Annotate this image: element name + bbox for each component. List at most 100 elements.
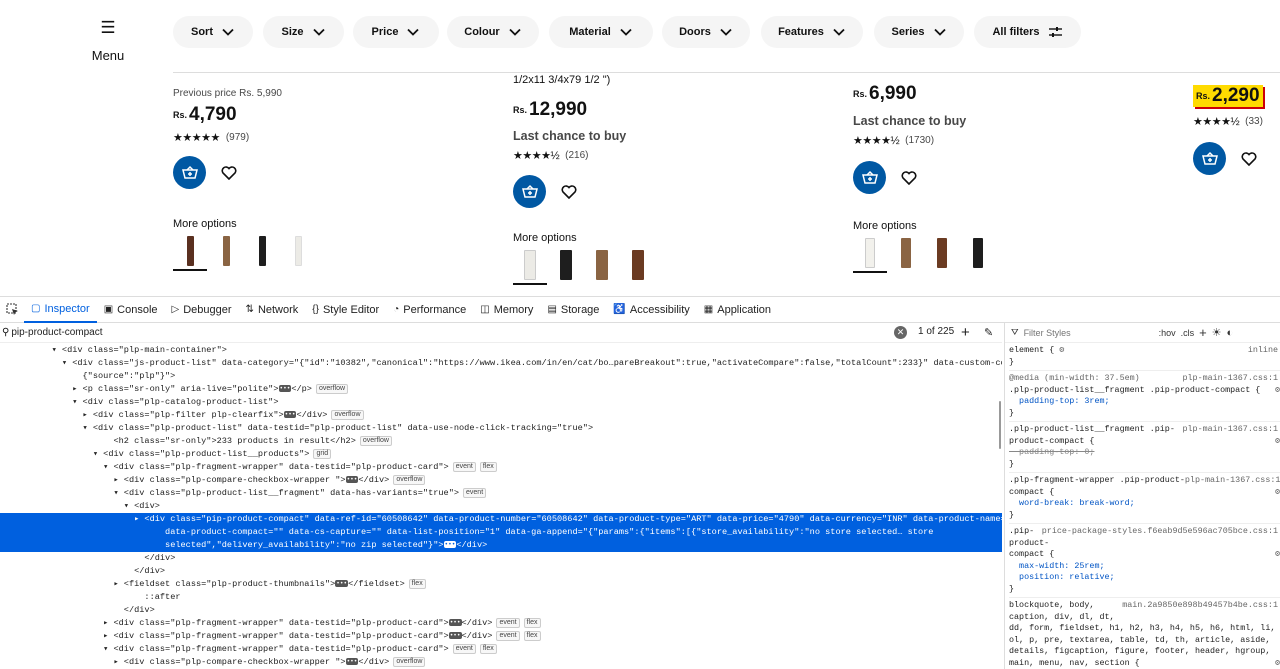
filter-size-button[interactable]: Size xyxy=(263,16,344,48)
css-rule-line[interactable]: @media (min-width: 37.5em) plp-main-1367.… xyxy=(1009,373,1280,385)
node-badge-flex[interactable]: flex xyxy=(523,618,541,628)
css-rule-line[interactable]: max-width: 25rem; xyxy=(1009,561,1280,573)
collapsed-children-icon[interactable]: ••• xyxy=(335,580,349,587)
node-badge-flex[interactable]: flex xyxy=(479,644,497,654)
html-node[interactable]: </div> xyxy=(0,604,1002,617)
css-rule-line[interactable]: compact { ⚙ xyxy=(1009,549,1280,561)
html-node[interactable]: </div> xyxy=(0,552,1002,565)
collapsed-children-icon[interactable]: ••• xyxy=(448,619,462,626)
variant-thumbnail[interactable] xyxy=(621,248,655,282)
tab-memory[interactable]: ◫ Memory xyxy=(473,297,540,323)
css-rule-line[interactable]: blockquote, body, main.2a9850e898b49457b4… xyxy=(1009,600,1280,612)
css-rule-line[interactable]: position: relative; xyxy=(1009,572,1280,584)
css-rule-line[interactable]: product- xyxy=(1009,538,1280,550)
gear-icon[interactable]: ⚙ xyxy=(1270,487,1280,499)
cls-toggle[interactable]: .cls xyxy=(1181,328,1195,338)
css-source-link[interactable]: inline xyxy=(1248,345,1280,357)
node-badge-flex[interactable]: flex xyxy=(523,631,541,641)
html-node[interactable]: ▸ <fieldset class="plp-product-thumbnail… xyxy=(0,578,1002,591)
variant-thumbnail[interactable] xyxy=(549,248,583,282)
gear-icon[interactable]: ⚙ xyxy=(1270,385,1280,397)
eyedropper-icon[interactable]: ✎ xyxy=(984,326,993,339)
product-card-3[interactable]: Rs. 6,990 Last chance to buy ★★★★½ (1730) … xyxy=(853,83,995,273)
variant-thumbnail[interactable] xyxy=(585,248,619,282)
html-node-selected[interactable]: data-product-compact="" data-cs-capture=… xyxy=(0,526,1002,539)
html-node[interactable]: </div> xyxy=(0,565,1002,578)
add-to-cart-button[interactable] xyxy=(1193,142,1226,175)
variant-thumbnail[interactable] xyxy=(209,234,243,268)
css-rule-line[interactable]: main, menu, nav, section { ⚙ xyxy=(1009,658,1280,669)
filter-material-button[interactable]: Material xyxy=(549,16,653,48)
css-source-link[interactable]: plp-main-1367.css:1 xyxy=(1183,424,1280,436)
html-node-selected[interactable]: selected","delivery_availability":"no zi… xyxy=(0,539,1002,552)
html-tree[interactable]: ▾ <div class="plp-main-container"> ▾ <di… xyxy=(0,344,1002,669)
tab-debugger[interactable]: ▷ Debugger xyxy=(165,297,239,323)
collapsed-children-icon[interactable]: ••• xyxy=(283,411,297,418)
gear-icon[interactable]: ⚙ xyxy=(1270,436,1280,448)
css-rule-line[interactable]: .pip-price-package-styles.f6eab9d5e596ac… xyxy=(1009,526,1280,538)
filter-doors-button[interactable]: Doors xyxy=(662,16,750,48)
css-rule-line[interactable]: caption, div, dl, dt, xyxy=(1009,612,1280,624)
css-rule-line[interactable]: } xyxy=(1009,357,1280,369)
node-badge-event[interactable]: event xyxy=(463,488,487,498)
node-badge-overflow[interactable]: overflow xyxy=(359,436,392,446)
filter-price-button[interactable]: Price xyxy=(353,16,439,48)
tab-storage[interactable]: ▤ Storage xyxy=(540,297,606,323)
html-node[interactable]: ▸ <div class="plp-fragment-wrapper" data… xyxy=(0,617,1002,630)
tab-style-editor[interactable]: {} Style Editor xyxy=(305,297,386,323)
filter-styles-input[interactable] xyxy=(1023,327,1154,338)
css-rule-line[interactable]: word-break: break-word; xyxy=(1009,498,1280,510)
add-to-cart-button[interactable] xyxy=(173,156,206,189)
css-rule-line[interactable]: dd, form, fieldset, h1, h2, h3, h4, h5, … xyxy=(1009,623,1280,635)
node-badge-overflow[interactable]: overflow xyxy=(315,384,349,394)
add-node-button[interactable]: + xyxy=(961,324,970,341)
css-source-link[interactable]: price-package-styles.f6eab9d5e596ac705bc… xyxy=(1042,526,1280,538)
css-rule-line[interactable]: .plp-product-list__fragment .pip-product… xyxy=(1009,385,1280,397)
tab-performance[interactable]: ◔ Performance xyxy=(386,297,473,323)
variant-thumbnail[interactable] xyxy=(281,234,315,268)
markup-search-input[interactable] xyxy=(11,327,892,338)
collapsed-children-icon[interactable]: ••• xyxy=(345,658,359,665)
node-badge-flex[interactable]: flex xyxy=(408,579,426,589)
html-node[interactable]: ▸ <p class="sr-only" aria-live="polite">… xyxy=(0,383,1002,396)
favourite-heart-icon[interactable] xyxy=(221,165,237,180)
html-node[interactable]: ▾ <div class="plp-fragment-wrapper" data… xyxy=(0,461,1002,474)
css-source-link[interactable]: main.2a9850e898b49457b4be.css:1 xyxy=(1122,600,1280,612)
collapsed-children-icon[interactable]: ••• xyxy=(443,541,457,548)
css-rule-line[interactable]: ol, p, pre, textarea, table, td, th, art… xyxy=(1009,635,1280,647)
html-node[interactable]: ▾ <div class="plp-product-list__products… xyxy=(0,448,1002,461)
collapsed-children-icon[interactable]: ••• xyxy=(448,632,462,639)
css-rule-line[interactable]: } xyxy=(1009,584,1280,596)
gear-icon[interactable]: ⚙ xyxy=(1270,658,1280,669)
css-rule-line[interactable]: padding-top: 0; xyxy=(1009,447,1280,459)
tab-application[interactable]: ▦ Application xyxy=(697,297,778,323)
html-node[interactable]: ▾ <div class="plp-catalog-product-list"> xyxy=(0,396,1002,409)
html-node[interactable]: ::after xyxy=(0,591,1002,604)
favourite-heart-icon[interactable] xyxy=(901,170,917,185)
node-badge-event[interactable]: event xyxy=(496,618,520,628)
tab-console[interactable]: ▣ Console xyxy=(97,297,165,323)
node-badge-event[interactable]: event xyxy=(452,644,476,654)
html-node[interactable]: ▾ <div class="plp-product-list" data-tes… xyxy=(0,422,1002,435)
add-rule-icon[interactable]: + xyxy=(1199,325,1207,340)
html-node[interactable]: ▸ <div class="plp-filter plp-clearfix">•… xyxy=(0,409,1002,422)
node-badge-event[interactable]: event xyxy=(496,631,520,641)
variant-thumbnail[interactable] xyxy=(245,234,279,268)
filter-features-button[interactable]: Features xyxy=(761,16,863,48)
html-node[interactable]: ▸ <div class="plp-compare-checkbox-wrapp… xyxy=(0,474,1002,487)
css-rule-line[interactable]: compact { ⚙ xyxy=(1009,487,1280,499)
tab-network[interactable]: ⇅ Network xyxy=(239,297,306,323)
filter-colour-button[interactable]: Colour xyxy=(447,16,539,48)
tab-inspector[interactable]: ▢ Inspector xyxy=(24,297,97,323)
rating[interactable]: ★★★★½ (33) xyxy=(1193,115,1263,128)
css-rule-line[interactable]: details, figcaption, figure, footer, hea… xyxy=(1009,646,1280,658)
rating[interactable]: ★★★★½ (1730) xyxy=(853,134,995,147)
css-rule-line[interactable]: .plp-product-list__fragment .pip-plp-mai… xyxy=(1009,424,1280,436)
html-node[interactable]: {"source":"plp"}"> xyxy=(0,370,1002,383)
filter-sort-button[interactable]: Sort xyxy=(173,16,253,48)
variant-thumbnail[interactable] xyxy=(889,236,923,270)
html-node[interactable]: ▾ <div> xyxy=(0,500,1002,513)
html-node[interactable]: ▸ <div class="plp-compare-checkbox-wrapp… xyxy=(0,656,1002,669)
all-filters-button[interactable]: All filters xyxy=(974,16,1081,48)
variant-thumbnail[interactable] xyxy=(513,248,547,285)
